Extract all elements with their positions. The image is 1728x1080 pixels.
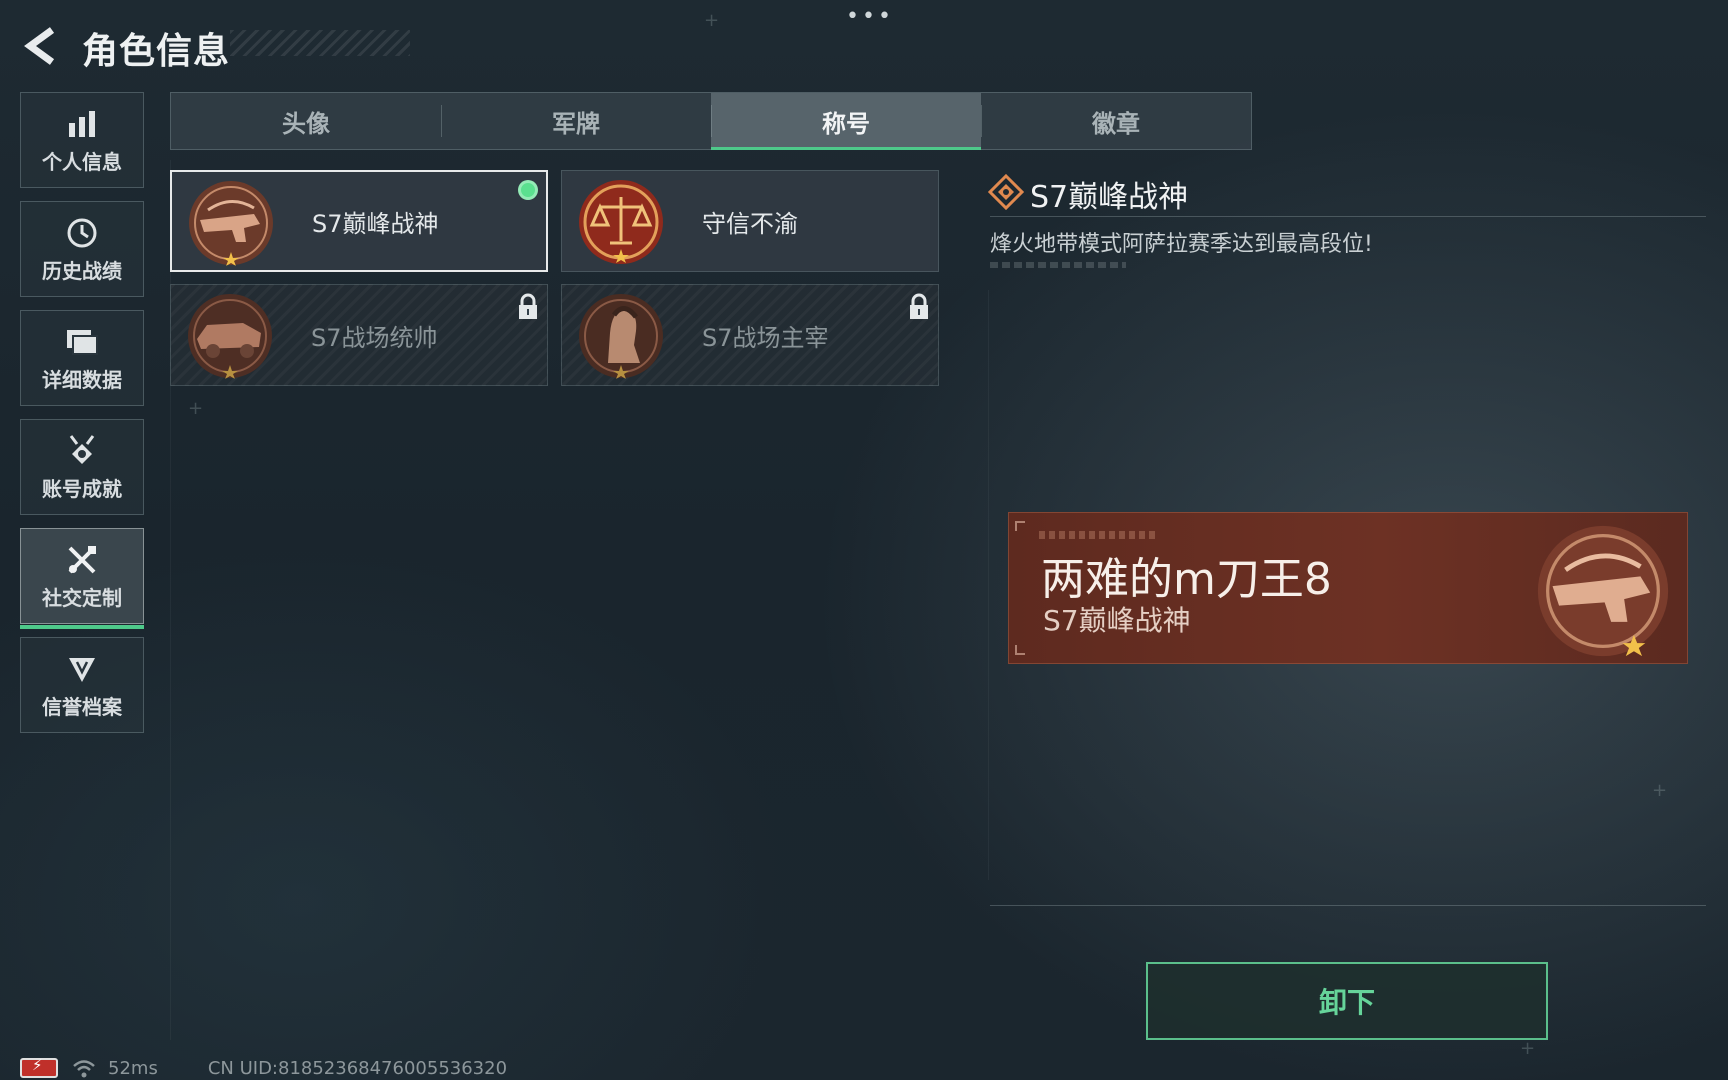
sidebar-item-label: 详细数据 — [42, 367, 122, 392]
sidebar-item-label: 信誉档案 — [42, 694, 122, 719]
title-card-label: S7巅峰战神 — [312, 209, 439, 238]
title-preview-banner: 两难的m刀王8 S7巅峰战神 — [1008, 512, 1688, 664]
back-arrow-icon — [24, 27, 55, 65]
shield-icon — [62, 651, 102, 687]
sidebar-item-personal-info[interactable]: 个人信息 — [20, 92, 144, 188]
title-card[interactable]: S7战场主宰 — [561, 284, 939, 386]
clock-icon — [62, 215, 102, 251]
bar-chart-icon — [62, 106, 102, 142]
detail-title: S7巅峰战神 — [1030, 180, 1189, 215]
tools-icon — [62, 542, 102, 578]
lock-icon — [519, 293, 537, 319]
detail-decoration — [990, 262, 1126, 268]
back-button[interactable] — [22, 26, 58, 66]
title-decoration — [230, 30, 410, 56]
vehicle-emblem-icon — [188, 294, 272, 379]
bg-grid-line — [988, 290, 989, 880]
weapon-emblem-icon — [189, 181, 273, 266]
sidebar-item-label: 个人信息 — [42, 149, 122, 174]
sidebar-item-label: 账号成就 — [42, 476, 122, 501]
bg-crosshair: + — [188, 398, 204, 419]
divider — [990, 905, 1706, 906]
tab-avatar[interactable]: 头像 — [171, 93, 441, 149]
sidebar-item-label: 社交定制 — [42, 585, 122, 610]
sidebar-item-history[interactable]: 历史战绩 — [20, 201, 144, 297]
title-diamond-icon — [988, 174, 1024, 210]
tab-title[interactable]: 称号 — [711, 93, 981, 150]
bg-crosshair: + — [704, 10, 720, 31]
title-card[interactable]: S7战场统帅 — [170, 284, 548, 386]
medal-icon — [62, 433, 102, 469]
weapon-emblem-icon — [1537, 525, 1669, 657]
tab-bar: 头像 军牌 称号 徽章 — [170, 92, 1252, 150]
page-title: 角色信息 — [82, 31, 231, 72]
soldier-emblem-icon — [579, 294, 663, 379]
sidebar-item-label: 历史战绩 — [42, 258, 122, 283]
sidebar-item-achievements[interactable]: 账号成就 — [20, 419, 144, 515]
tab-dog-tag[interactable]: 军牌 — [441, 93, 711, 149]
lock-icon — [910, 293, 928, 319]
sidebar-item-detailed-data[interactable]: 详细数据 — [20, 310, 144, 406]
sidebar-item-social-custom[interactable]: 社交定制 — [20, 528, 144, 629]
more-menu-icon[interactable]: ••• — [846, 4, 894, 29]
battery-icon — [20, 1056, 58, 1078]
divider — [990, 216, 1706, 217]
folder-icon — [62, 324, 102, 360]
detail-description: 烽火地带模式阿萨拉赛季达到最高段位! — [990, 232, 1373, 257]
sidebar: 个人信息 历史战绩 详细数据 账号成就 社交定制 信誉档案 — [20, 92, 144, 746]
player-uid: CN UID:81852368476005536320 — [207, 1057, 508, 1079]
bg-crosshair: + — [1520, 1038, 1536, 1059]
scales-emblem-icon — [579, 180, 663, 264]
player-name: 两难的m刀王8 — [1041, 554, 1332, 605]
unequip-button[interactable]: 卸下 — [1146, 962, 1548, 1040]
title-card[interactable]: S7巅峰战神 — [170, 170, 548, 272]
status-footer: 52ms CN UID:81852368476005536320 — [20, 1056, 507, 1080]
title-card-label: S7战场统帅 — [311, 323, 438, 352]
title-card[interactable]: 守信不渝 — [561, 170, 939, 272]
corner-bracket — [1015, 645, 1025, 655]
ping-value: 52ms — [108, 1057, 158, 1079]
tab-badge[interactable]: 徽章 — [981, 93, 1251, 149]
preview-title-label: S7巅峰战神 — [1043, 604, 1191, 637]
equipped-indicator — [518, 180, 538, 200]
sidebar-item-credit[interactable]: 信誉档案 — [20, 637, 144, 733]
wifi-icon — [73, 1060, 95, 1078]
banner-decoration — [1039, 531, 1159, 539]
title-card-label: 守信不渝 — [702, 209, 798, 238]
title-card-label: S7战场主宰 — [702, 323, 829, 352]
corner-bracket — [1015, 521, 1025, 531]
bg-crosshair: + — [1652, 780, 1668, 801]
